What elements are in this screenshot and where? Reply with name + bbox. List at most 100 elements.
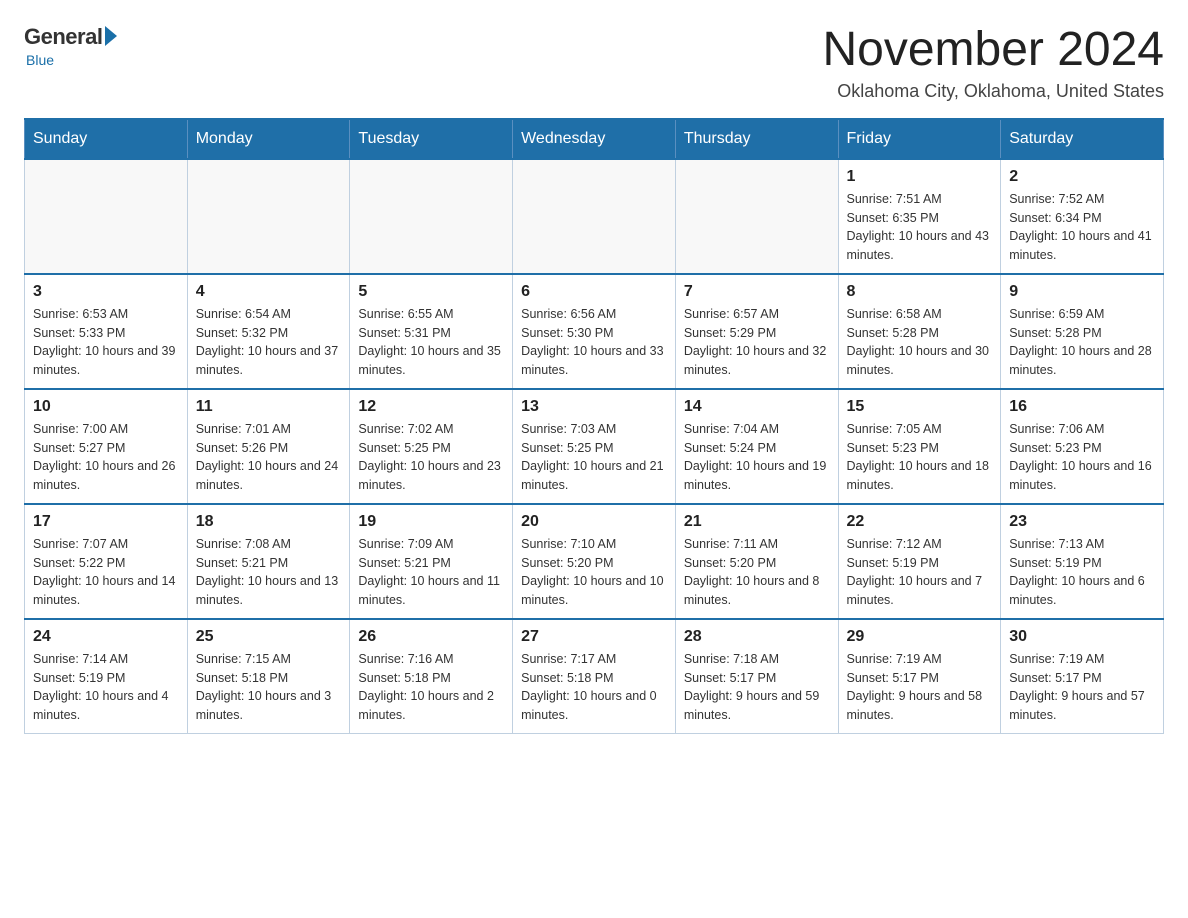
logo: General Blue [24, 24, 117, 68]
calendar-day-cell: 12 Sunrise: 7:02 AM Sunset: 5:25 PM Dayli… [350, 389, 513, 504]
calendar-day-cell: 18Sunrise: 7:08 AM Sunset: 5:21 PM Dayli… [187, 504, 350, 619]
title-section: November 2024 Oklahoma City, Oklahoma, U… [822, 24, 1164, 102]
page-header: General Blue November 2024 Oklahoma City… [24, 24, 1164, 102]
day-number: 14 [684, 398, 830, 416]
day-info: Sunrise: 6:56 AM Sunset: 5:30 PM Dayligh… [521, 305, 667, 380]
calendar-day-cell: 30 Sunrise: 7:19 AM Sunset: 5:17 PM Dayli… [1001, 619, 1164, 734]
day-info: Sunrise: 7:52 AM Sunset: 6:34 PM Dayligh… [1009, 190, 1155, 265]
day-of-week-header: Sunday [25, 119, 188, 159]
calendar-day-cell: 6 Sunrise: 6:56 AM Sunset: 5:30 PM Daylig… [513, 274, 676, 389]
calendar-week-row: 17 Sunrise: 7:07 AM Sunset: 5:22 PM Dayli… [25, 504, 1164, 619]
day-number: 3 [33, 283, 179, 301]
calendar-day-cell [513, 159, 676, 274]
day-info: Sunrise: 7:01 AM Sunset: 5:26 PM Dayligh… [196, 420, 342, 495]
calendar-week-row: 3 Sunrise: 6:53 AM Sunset: 5:33 PM Daylig… [25, 274, 1164, 389]
calendar-day-cell: 29 Sunrise: 7:19 AM Sunset: 5:17 PM Dayli… [838, 619, 1001, 734]
day-number: 10 [33, 398, 179, 416]
calendar-day-cell [187, 159, 350, 274]
day-info: Sunrise: 6:55 AM Sunset: 5:31 PM Dayligh… [358, 305, 504, 380]
day-number: 28 [684, 628, 830, 646]
day-info: Sunrise: 6:59 AM Sunset: 5:28 PM Dayligh… [1009, 305, 1155, 380]
day-info: Sunrise: 7:19 AM Sunset: 5:17 PM Dayligh… [1009, 650, 1155, 725]
day-info: Sunrise: 7:04 AM Sunset: 5:24 PM Dayligh… [684, 420, 830, 495]
day-number: 21 [684, 513, 830, 531]
day-number: 15 [847, 398, 993, 416]
day-info: Sunrise: 7:51 AM Sunset: 6:35 PM Dayligh… [847, 190, 993, 265]
calendar-day-cell: 7 Sunrise: 6:57 AM Sunset: 5:29 PM Daylig… [675, 274, 838, 389]
day-info: Sunrise: 7:03 AM Sunset: 5:25 PM Dayligh… [521, 420, 667, 495]
calendar-day-cell [350, 159, 513, 274]
day-info: Sunrise: 6:57 AM Sunset: 5:29 PM Dayligh… [684, 305, 830, 380]
calendar-day-cell: 25 Sunrise: 7:15 AM Sunset: 5:18 PM Dayli… [187, 619, 350, 734]
day-number: 22 [847, 513, 993, 531]
calendar-day-cell: 20 Sunrise: 7:10 AM Sunset: 5:20 PM Dayli… [513, 504, 676, 619]
day-number: 5 [358, 283, 504, 301]
calendar-day-cell: 2 Sunrise: 7:52 AM Sunset: 6:34 PM Daylig… [1001, 159, 1164, 274]
calendar-day-cell: 22 Sunrise: 7:12 AM Sunset: 5:19 PM Dayli… [838, 504, 1001, 619]
calendar-day-cell [25, 159, 188, 274]
calendar-day-cell: 24 Sunrise: 7:14 AM Sunset: 5:19 PM Dayli… [25, 619, 188, 734]
calendar-day-cell [675, 159, 838, 274]
calendar-header-row: SundayMondayTuesdayWednesdayThursdayFrid… [25, 119, 1164, 159]
day-info: Sunrise: 7:16 AM Sunset: 5:18 PM Dayligh… [358, 650, 504, 725]
day-info: Sunrise: 6:54 AM Sunset: 5:32 PM Dayligh… [196, 305, 342, 380]
calendar-day-cell: 16 Sunrise: 7:06 AM Sunset: 5:23 PM Dayli… [1001, 389, 1164, 504]
day-info: Sunrise: 7:09 AM Sunset: 5:21 PM Dayligh… [358, 535, 504, 610]
day-number: 18 [196, 513, 342, 531]
calendar-day-cell: 15Sunrise: 7:05 AM Sunset: 5:23 PM Dayli… [838, 389, 1001, 504]
day-info: Sunrise: 7:02 AM Sunset: 5:25 PM Dayligh… [358, 420, 504, 495]
day-info: Sunrise: 7:07 AM Sunset: 5:22 PM Dayligh… [33, 535, 179, 610]
day-number: 27 [521, 628, 667, 646]
calendar-day-cell: 13Sunrise: 7:03 AM Sunset: 5:25 PM Dayli… [513, 389, 676, 504]
day-number: 9 [1009, 283, 1155, 301]
location-text: Oklahoma City, Oklahoma, United States [822, 81, 1164, 102]
day-info: Sunrise: 7:13 AM Sunset: 5:19 PM Dayligh… [1009, 535, 1155, 610]
calendar-day-cell: 14 Sunrise: 7:04 AM Sunset: 5:24 PM Dayli… [675, 389, 838, 504]
logo-blue-text: Blue [24, 52, 54, 68]
day-number: 17 [33, 513, 179, 531]
day-info: Sunrise: 7:06 AM Sunset: 5:23 PM Dayligh… [1009, 420, 1155, 495]
day-info: Sunrise: 7:18 AM Sunset: 5:17 PM Dayligh… [684, 650, 830, 725]
day-number: 29 [847, 628, 993, 646]
day-of-week-header: Thursday [675, 119, 838, 159]
day-info: Sunrise: 7:11 AM Sunset: 5:20 PM Dayligh… [684, 535, 830, 610]
day-info: Sunrise: 6:53 AM Sunset: 5:33 PM Dayligh… [33, 305, 179, 380]
day-number: 7 [684, 283, 830, 301]
day-number: 25 [196, 628, 342, 646]
day-of-week-header: Saturday [1001, 119, 1164, 159]
day-number: 19 [358, 513, 504, 531]
day-number: 11 [196, 398, 342, 416]
day-info: Sunrise: 7:10 AM Sunset: 5:20 PM Dayligh… [521, 535, 667, 610]
day-number: 6 [521, 283, 667, 301]
day-number: 26 [358, 628, 504, 646]
calendar-day-cell: 21 Sunrise: 7:11 AM Sunset: 5:20 PM Dayli… [675, 504, 838, 619]
day-info: Sunrise: 7:12 AM Sunset: 5:19 PM Dayligh… [847, 535, 993, 610]
day-info: Sunrise: 7:17 AM Sunset: 5:18 PM Dayligh… [521, 650, 667, 725]
day-number: 24 [33, 628, 179, 646]
day-number: 1 [847, 168, 993, 186]
day-number: 4 [196, 283, 342, 301]
day-number: 30 [1009, 628, 1155, 646]
month-title: November 2024 [822, 24, 1164, 77]
calendar-day-cell: 10Sunrise: 7:00 AM Sunset: 5:27 PM Dayli… [25, 389, 188, 504]
day-info: Sunrise: 7:19 AM Sunset: 5:17 PM Dayligh… [847, 650, 993, 725]
calendar-day-cell: 5 Sunrise: 6:55 AM Sunset: 5:31 PM Daylig… [350, 274, 513, 389]
day-number: 2 [1009, 168, 1155, 186]
calendar-week-row: 10Sunrise: 7:00 AM Sunset: 5:27 PM Dayli… [25, 389, 1164, 504]
calendar-day-cell: 17 Sunrise: 7:07 AM Sunset: 5:22 PM Dayli… [25, 504, 188, 619]
day-of-week-header: Monday [187, 119, 350, 159]
calendar-table: SundayMondayTuesdayWednesdayThursdayFrid… [24, 118, 1164, 734]
day-number: 16 [1009, 398, 1155, 416]
day-number: 12 [358, 398, 504, 416]
day-info: Sunrise: 7:15 AM Sunset: 5:18 PM Dayligh… [196, 650, 342, 725]
day-of-week-header: Tuesday [350, 119, 513, 159]
calendar-day-cell: 27 Sunrise: 7:17 AM Sunset: 5:18 PM Dayli… [513, 619, 676, 734]
calendar-day-cell: 8Sunrise: 6:58 AM Sunset: 5:28 PM Daylig… [838, 274, 1001, 389]
day-number: 20 [521, 513, 667, 531]
day-info: Sunrise: 7:14 AM Sunset: 5:19 PM Dayligh… [33, 650, 179, 725]
calendar-day-cell: 23Sunrise: 7:13 AM Sunset: 5:19 PM Dayli… [1001, 504, 1164, 619]
calendar-day-cell: 4 Sunrise: 6:54 AM Sunset: 5:32 PM Daylig… [187, 274, 350, 389]
calendar-day-cell: 9 Sunrise: 6:59 AM Sunset: 5:28 PM Daylig… [1001, 274, 1164, 389]
calendar-day-cell: 1 Sunrise: 7:51 AM Sunset: 6:35 PM Daylig… [838, 159, 1001, 274]
logo-general-text: General [24, 24, 102, 50]
